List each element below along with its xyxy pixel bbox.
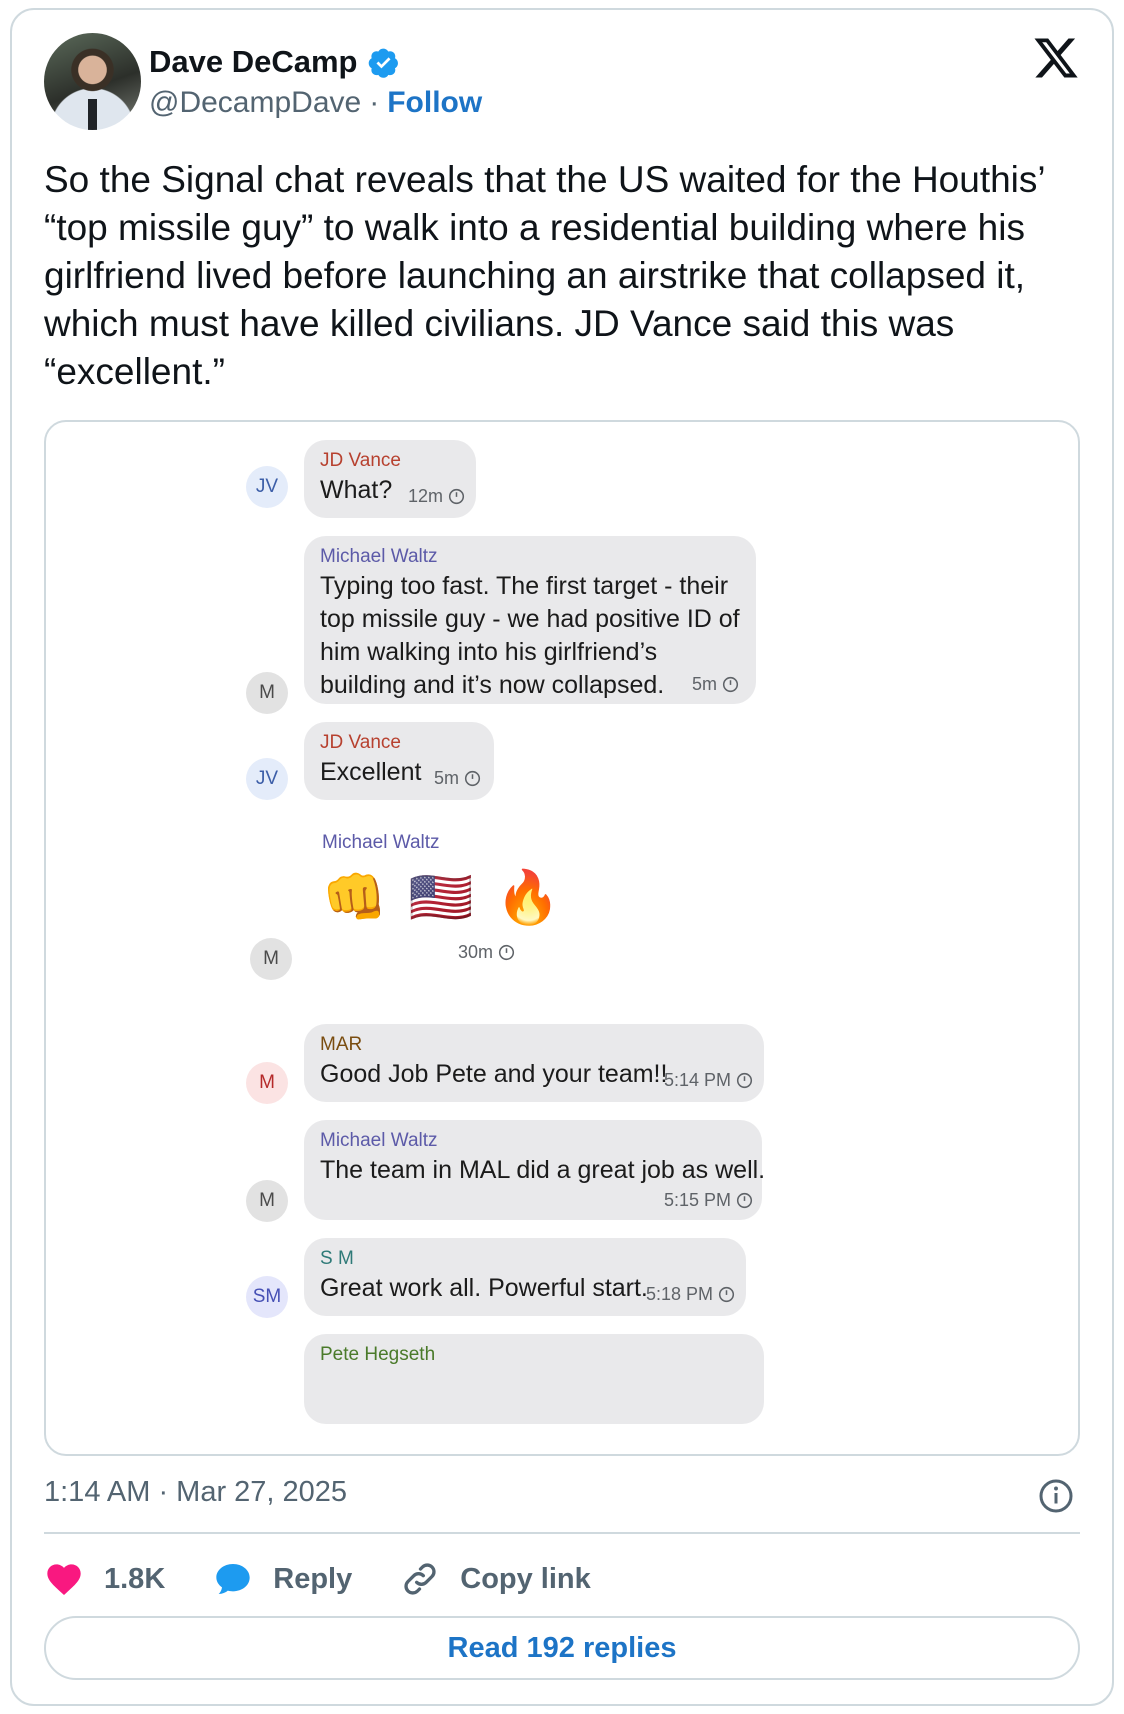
info-icon[interactable]	[1038, 1478, 1074, 1514]
chat-time: 5:15 PM	[664, 1190, 753, 1211]
chat-time: 5m	[692, 674, 739, 695]
chat-sender: S M	[320, 1248, 354, 1269]
chat-time-text: 5:18 PM	[646, 1284, 714, 1304]
chat-sender: Michael Waltz	[322, 832, 440, 853]
reply-button[interactable]: Reply	[213, 1559, 352, 1599]
divider	[44, 1532, 1080, 1534]
chat-time-text: 5:15 PM	[664, 1190, 732, 1210]
like-button[interactable]: 1.8K	[44, 1559, 165, 1599]
chat-time-text: 5:14 PM	[664, 1070, 732, 1090]
attached-image[interactable]: JV JD Vance What? 12m M Michael Waltz Ty…	[44, 420, 1080, 1456]
heart-icon	[47, 1564, 81, 1595]
handle-separator: ·	[369, 86, 380, 119]
chat-time-text: 5m	[434, 768, 460, 788]
read-replies-button[interactable]: Read 192 replies	[44, 1616, 1080, 1680]
copy-link-button[interactable]: Copy link	[400, 1559, 591, 1599]
chat-sender: Pete Hegseth	[320, 1344, 436, 1365]
chat-text: What?	[320, 476, 393, 504]
clock-icon	[464, 770, 481, 787]
author-handle-row: @DecampDave · Follow	[149, 86, 482, 120]
link-icon	[404, 1563, 436, 1595]
chat-sender: Michael Waltz	[320, 1130, 438, 1151]
chat-avatar: M	[250, 938, 292, 980]
clock-icon	[718, 1286, 735, 1303]
reply-label: Reply	[273, 1562, 353, 1595]
clock-icon	[722, 676, 739, 693]
us-flag-emoji: 🇺🇸	[408, 869, 474, 927]
copy-link-label: Copy link	[460, 1562, 591, 1595]
clock-icon	[498, 944, 515, 961]
chat-avatar: M	[246, 672, 288, 714]
chat-text: The team in MAL did a great job as well.	[320, 1156, 766, 1184]
clock-icon	[448, 488, 465, 505]
emoji-reaction-row: 👊 🇺🇸 🔥	[322, 868, 560, 928]
reply-bubble-icon	[216, 1564, 250, 1594]
chat-sender: JD Vance	[320, 450, 401, 471]
chat-time: 5m	[434, 768, 481, 789]
like-count: 1.8K	[104, 1562, 166, 1595]
chat-avatar: SM	[246, 1276, 288, 1318]
chat-time: 5:14 PM	[664, 1070, 753, 1091]
x-logo-icon[interactable]	[1032, 34, 1080, 82]
chat-text: Great work all. Powerful start.	[320, 1274, 648, 1302]
author-avatar[interactable]	[44, 33, 141, 130]
tweet-timestamp[interactable]: 1:14 AM · Mar 27, 2025	[44, 1476, 347, 1509]
chat-time: 12m	[408, 486, 465, 507]
chat-avatar: M	[246, 1180, 288, 1222]
chat-text: Typing too fast. The first target - thei…	[320, 572, 740, 699]
chat-avatar: JV	[246, 758, 288, 800]
chat-avatar: JV	[246, 466, 288, 508]
chat-time-text: 12m	[408, 486, 444, 506]
chat-time-text: 5m	[692, 674, 718, 694]
chat-text: Excellent	[320, 758, 422, 786]
chat-sender: JD Vance	[320, 732, 401, 753]
verified-badge-icon	[369, 48, 399, 78]
tweet-text: So the Signal chat reveals that the US w…	[44, 159, 1045, 392]
clock-icon	[736, 1192, 753, 1209]
author-name-row: Dave DeCamp	[149, 44, 400, 80]
clock-icon	[736, 1072, 753, 1089]
fist-emoji: 👊	[322, 869, 387, 927]
chat-time: 30m	[458, 942, 515, 963]
chat-sender: MAR	[320, 1034, 363, 1055]
action-bar: 1.8K Reply Copy link	[44, 1556, 639, 1602]
author-handle[interactable]: @DecampDave	[149, 86, 361, 120]
author-display-name[interactable]: Dave DeCamp	[149, 44, 357, 80]
follow-button[interactable]: Follow	[387, 86, 482, 120]
chat-sender: Michael Waltz	[320, 546, 438, 567]
chat-avatar: M	[246, 1062, 288, 1104]
chat-text: Good Job Pete and your team!!	[320, 1060, 668, 1088]
fire-emoji: 🔥	[495, 869, 561, 927]
chat-time: 5:18 PM	[646, 1284, 735, 1305]
chat-time-text: 30m	[458, 942, 494, 962]
